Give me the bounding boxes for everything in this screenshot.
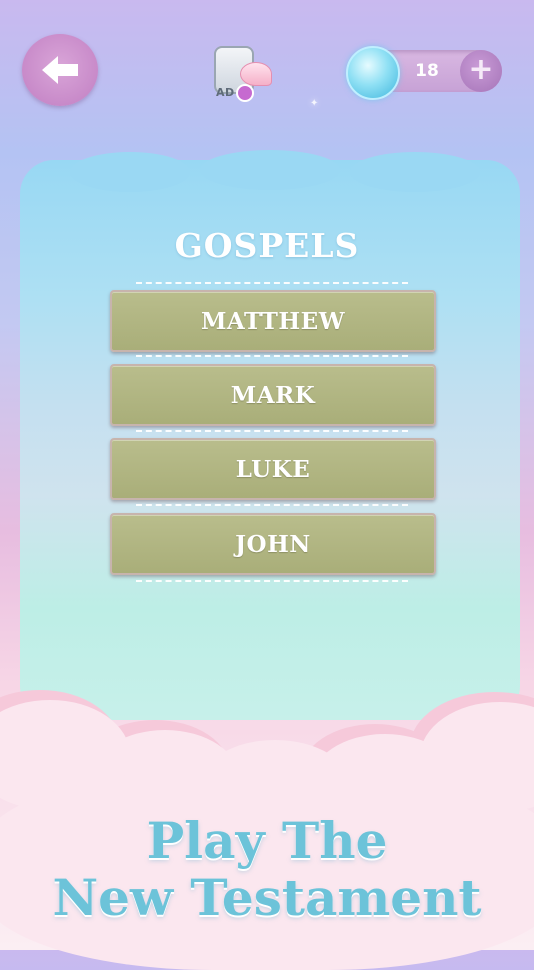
ad-label: AD	[216, 86, 235, 99]
back-button[interactable]	[22, 34, 98, 106]
divider	[136, 504, 408, 506]
wing-icon	[240, 62, 272, 86]
watch-ad-button[interactable]: AD	[206, 42, 274, 104]
divider	[136, 282, 408, 284]
book-button-matthew[interactable]: MATTHEW	[110, 290, 436, 352]
divider	[136, 580, 408, 582]
play-icon	[236, 84, 254, 102]
book-label: MARK	[230, 381, 316, 409]
tagline-line-1: Play The	[146, 811, 388, 870]
gem-count: 18	[415, 61, 439, 81]
book-button-luke[interactable]: LUKE	[110, 438, 436, 500]
divider	[136, 430, 408, 432]
book-label: MATTHEW	[200, 307, 346, 335]
divider	[136, 355, 408, 357]
tagline: Play The New Testament	[0, 812, 534, 926]
panel-scallop	[350, 152, 480, 192]
arrow-left-icon	[42, 56, 78, 84]
gem-icon	[346, 46, 400, 100]
gem-counter: 18 +	[346, 46, 508, 100]
add-gems-button[interactable]: +	[460, 50, 502, 92]
book-label: JOHN	[235, 530, 311, 558]
panel-scallop	[200, 150, 340, 190]
section-title: GOSPELS	[174, 226, 360, 265]
book-button-mark[interactable]: MARK	[110, 364, 436, 426]
tagline-line-2: New Testament	[52, 868, 482, 927]
book-button-john[interactable]: JOHN	[110, 513, 436, 575]
panel-scallop	[70, 152, 190, 192]
book-label: LUKE	[235, 455, 311, 483]
sparkle-icon: ✦	[310, 98, 319, 109]
